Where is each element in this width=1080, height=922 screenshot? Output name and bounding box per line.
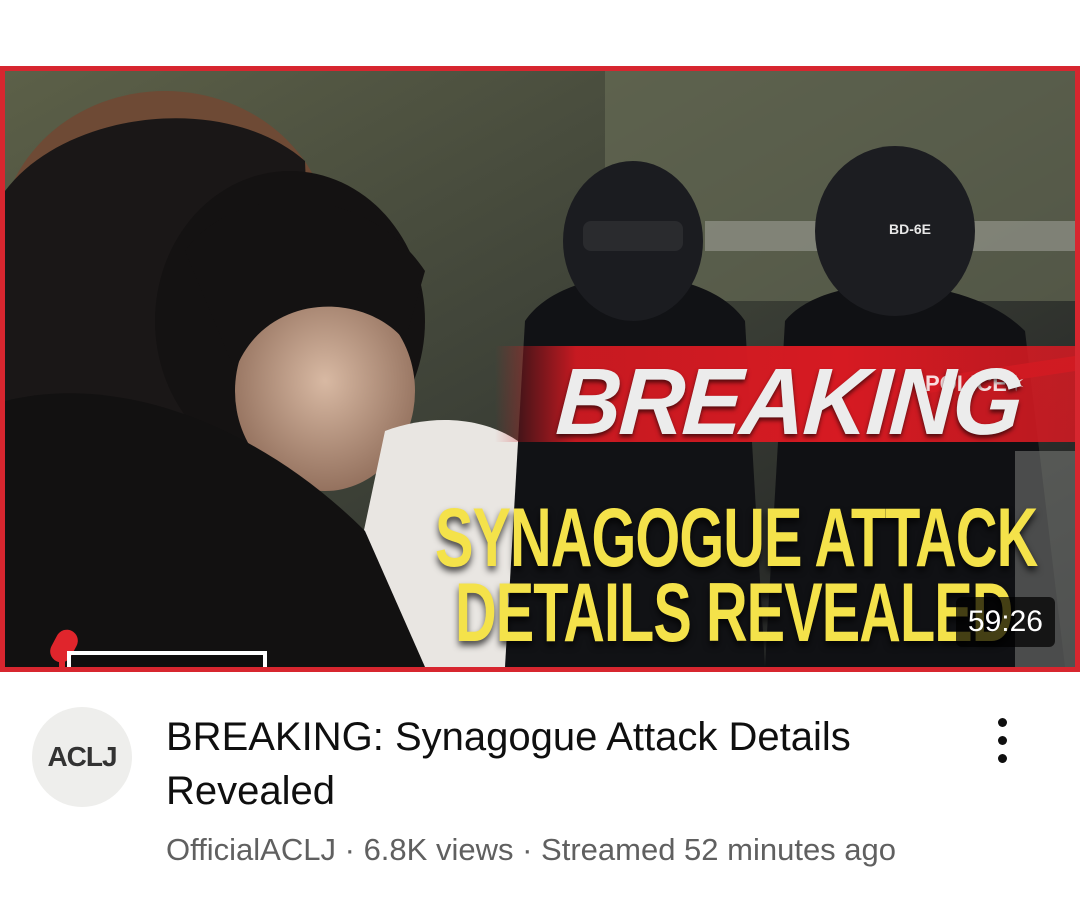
menu-dot [997,735,1007,745]
thumbnail-headline-line2: DETAILS REVEALED [455,566,1013,661]
thumbnail-headline-breaking: BREAKING [553,349,1025,455]
menu-dot [997,717,1007,727]
duration-badge: 59:26 [955,597,1055,647]
view-count: 6.8K views [363,832,514,867]
video-meta: OfficialACLJ · 6.8K views · Streamed 52 … [166,828,1026,872]
channel-name[interactable]: OfficialACLJ [166,832,336,867]
stream-time: Streamed 52 minutes ago [541,832,897,867]
meta-separator: · [513,832,542,867]
more-vert-icon[interactable] [984,710,1020,770]
menu-dot [997,753,1007,763]
channel-avatar-text: ACLJ [47,741,117,772]
sekulow-logo-text: SEKULOW [83,657,280,667]
helmet-tag-text: BD-6E [889,221,932,237]
video-card[interactable]: POLICE✶ BD-6E BREAKING SYNAGOGUE ATTACK … [0,0,1080,922]
video-title[interactable]: BREAKING: Synagogue Attack Details Revea… [166,710,946,818]
channel-avatar[interactable]: ACLJ [32,707,132,807]
meta-separator: · [336,832,364,867]
video-thumbnail[interactable]: POLICE✶ BD-6E BREAKING SYNAGOGUE ATTACK … [0,66,1080,672]
